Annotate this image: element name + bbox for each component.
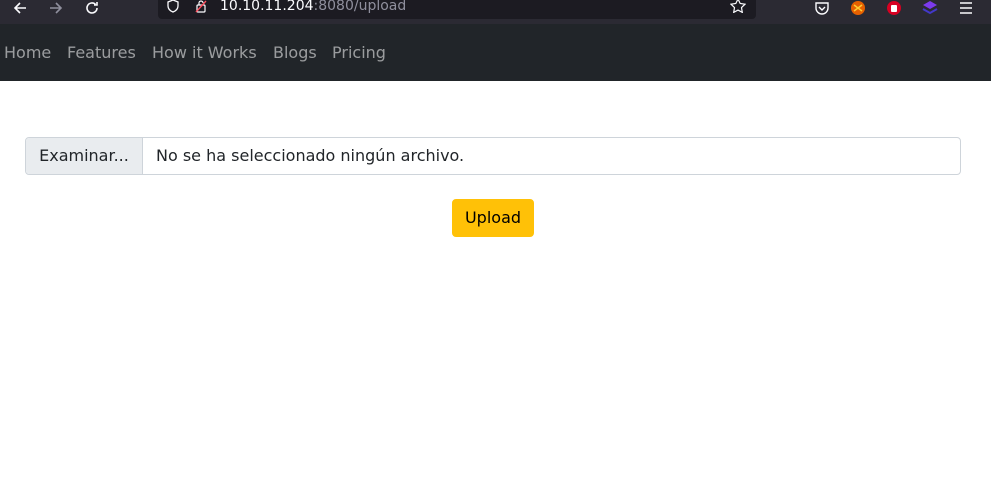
back-arrow-icon[interactable] <box>8 0 32 20</box>
url-bar[interactable]: 10.10.11.204:8080/upload <box>158 0 756 19</box>
upload-button[interactable]: Upload <box>452 199 534 237</box>
file-input[interactable]: Examinar... No se ha seleccionado ningún… <box>25 137 961 175</box>
nav-link-home[interactable]: Home <box>4 43 51 63</box>
menu-icon[interactable] <box>954 0 978 20</box>
nav-link-pricing[interactable]: Pricing <box>332 43 386 63</box>
file-status-text: No se ha seleccionado ningún archivo. <box>156 146 465 165</box>
url-text[interactable]: 10.10.11.204:8080/upload <box>220 0 406 13</box>
bookmark-star-icon[interactable] <box>729 0 747 17</box>
insecure-lock-icon[interactable] <box>194 0 208 17</box>
extension-icon-3[interactable] <box>918 0 942 20</box>
nav-link-features[interactable]: Features <box>67 43 136 63</box>
pocket-icon[interactable] <box>810 0 834 20</box>
browse-button[interactable]: Examinar... <box>26 138 143 174</box>
url-host: 10.10.11.204 <box>220 0 314 14</box>
reload-icon[interactable] <box>80 0 104 20</box>
browser-toolbar: 10.10.11.204:8080/upload <box>0 0 991 24</box>
shield-icon[interactable] <box>166 0 180 17</box>
extension-icon-2[interactable] <box>882 0 906 20</box>
site-navbar: Home Features How it Works Blogs Pricing <box>0 24 991 81</box>
extension-icon-1[interactable] <box>846 0 870 20</box>
url-path: :8080/upload <box>313 0 407 14</box>
nav-link-how-it-works[interactable]: How it Works <box>152 43 257 63</box>
nav-link-blogs[interactable]: Blogs <box>273 43 317 63</box>
forward-arrow-icon[interactable] <box>44 0 68 20</box>
